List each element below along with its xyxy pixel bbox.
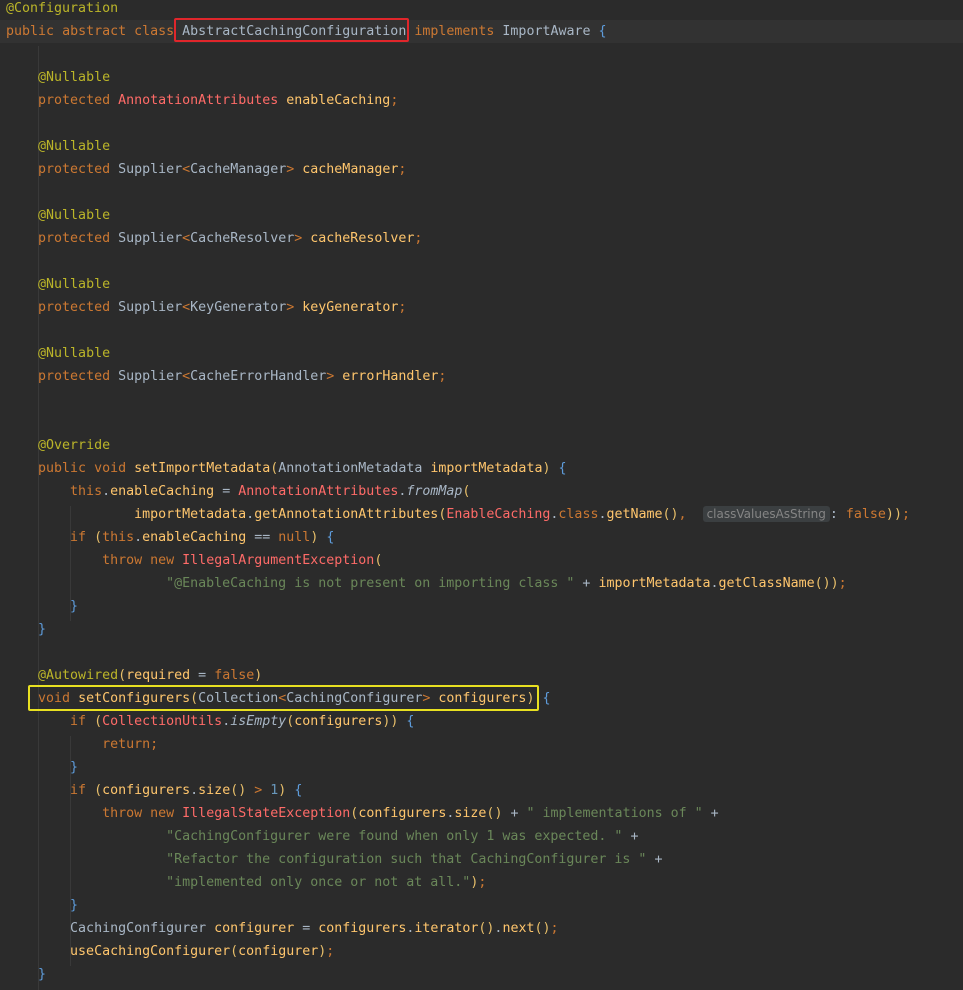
- code-line[interactable]: }: [0, 618, 963, 641]
- code-line[interactable]: protected Supplier<CacheErrorHandler> er…: [0, 365, 963, 388]
- code-line[interactable]: protected Supplier<CacheResolver> cacheR…: [0, 227, 963, 250]
- code-line[interactable]: [0, 411, 963, 434]
- code-line[interactable]: @Autowired(required = false): [0, 664, 963, 687]
- code-line[interactable]: "implemented only once or not at all.");: [0, 871, 963, 894]
- code-line[interactable]: useCachingConfigurer(configurer);: [0, 940, 963, 963]
- code-line[interactable]: "@EnableCaching is not present on import…: [0, 572, 963, 595]
- code-line[interactable]: @Configuration: [0, 0, 963, 20]
- code-line[interactable]: "Refactor the configuration such that Ca…: [0, 848, 963, 871]
- code-line[interactable]: }: [0, 595, 963, 618]
- code-line[interactable]: @Nullable: [0, 204, 963, 227]
- code-line[interactable]: @Nullable: [0, 273, 963, 296]
- code-line[interactable]: [0, 250, 963, 273]
- code-line[interactable]: [0, 641, 963, 664]
- code-line[interactable]: "CachingConfigurer were found when only …: [0, 825, 963, 848]
- code-line[interactable]: [0, 112, 963, 135]
- code-line[interactable]: if (configurers.size() > 1) {: [0, 779, 963, 802]
- code-line[interactable]: [0, 388, 963, 411]
- code-line[interactable]: if (this.enableCaching == null) {: [0, 526, 963, 549]
- code-line[interactable]: [0, 181, 963, 204]
- code-line[interactable]: }: [0, 963, 963, 986]
- code-line[interactable]: [0, 43, 963, 66]
- code-line[interactable]: protected Supplier<CacheManager> cacheMa…: [0, 158, 963, 181]
- code-line[interactable]: importMetadata.getAnnotationAttributes(E…: [0, 503, 963, 526]
- code-line[interactable]: @Override: [0, 434, 963, 457]
- code-line[interactable]: @Nullable: [0, 135, 963, 158]
- code-line[interactable]: throw new IllegalStateException(configur…: [0, 802, 963, 825]
- code-line[interactable]: protected Supplier<KeyGenerator> keyGene…: [0, 296, 963, 319]
- code-line[interactable]: }: [0, 756, 963, 779]
- code-line[interactable]: public void setImportMetadata(Annotation…: [0, 457, 963, 480]
- code-line[interactable]: this.enableCaching = AnnotationAttribute…: [0, 480, 963, 503]
- code-line[interactable]: public abstract class AbstractCachingCon…: [0, 20, 963, 43]
- code-editor[interactable]: @Configuration public abstract class Abst…: [0, 0, 963, 990]
- code-line[interactable]: CachingConfigurer configurer = configure…: [0, 917, 963, 940]
- code-line[interactable]: if (CollectionUtils.isEmpty(configurers)…: [0, 710, 963, 733]
- code-line[interactable]: }: [0, 894, 963, 917]
- code-line[interactable]: throw new IllegalArgumentException(: [0, 549, 963, 572]
- code-line[interactable]: protected AnnotationAttributes enableCac…: [0, 89, 963, 112]
- code-line[interactable]: return;: [0, 733, 963, 756]
- method-signature-highlight-box: [28, 685, 539, 711]
- code-line[interactable]: [0, 319, 963, 342]
- code-line[interactable]: @Nullable: [0, 342, 963, 365]
- class-name-highlight-box: [174, 18, 409, 42]
- code-line[interactable]: @Nullable: [0, 66, 963, 89]
